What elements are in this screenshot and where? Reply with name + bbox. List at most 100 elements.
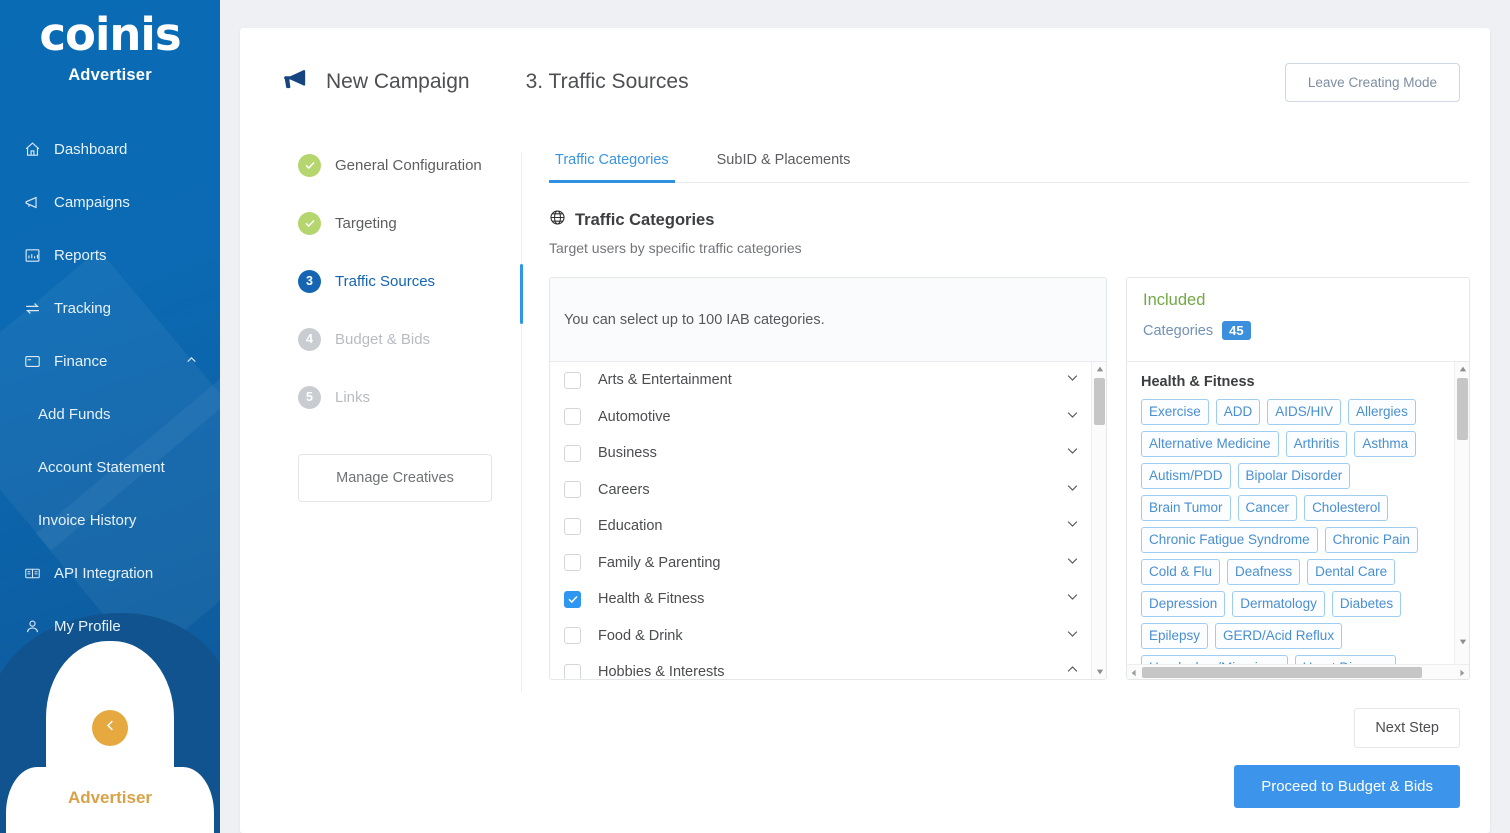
next-step-button[interactable]: Next Step	[1354, 708, 1460, 748]
chevron-down-icon[interactable]	[1065, 553, 1080, 573]
included-category-chip[interactable]: Chronic Pain	[1324, 527, 1418, 553]
category-checkbox[interactable]	[564, 663, 581, 679]
chevron-down-icon[interactable]	[1065, 626, 1080, 646]
chevron-up-icon[interactable]	[185, 353, 198, 370]
scrollbar-thumb[interactable]	[1457, 378, 1468, 440]
sidebar-subitem-label: Account Statement	[38, 459, 165, 476]
category-checkbox[interactable]	[564, 554, 581, 572]
scroll-up-icon[interactable]	[1455, 362, 1469, 376]
book-icon	[24, 565, 54, 582]
brand-logo[interactable]: coinis Advertiser	[0, 0, 220, 85]
category-row[interactable]: Food & Drink	[550, 618, 1106, 655]
step-targeting[interactable]: Targeting	[298, 194, 522, 252]
chevron-up-icon[interactable]	[1065, 662, 1080, 679]
category-list-scrollbar[interactable]	[1091, 362, 1106, 679]
chevron-down-icon[interactable]	[1065, 443, 1080, 463]
collapse-sidebar-button[interactable]	[92, 710, 128, 746]
included-category-chip[interactable]: Brain Tumor	[1141, 495, 1231, 521]
included-category-chip[interactable]: ADD	[1215, 399, 1261, 425]
included-category-chip[interactable]: Epilepsy	[1141, 623, 1209, 649]
category-checkbox[interactable]	[564, 408, 581, 426]
sidebar-item-reports[interactable]: Reports	[0, 229, 220, 282]
proceed-to-budget-button[interactable]: Proceed to Budget & Bids	[1234, 765, 1460, 808]
scroll-right-icon[interactable]	[1455, 665, 1469, 679]
category-label: Health & Fitness	[598, 591, 705, 608]
scroll-up-icon[interactable]	[1092, 362, 1106, 376]
category-checkbox[interactable]	[564, 371, 581, 389]
included-category-chip[interactable]: Chronic Fatigue Syndrome	[1141, 527, 1318, 553]
included-horizontal-scrollbar[interactable]	[1127, 664, 1469, 679]
step-links[interactable]: 5 Links	[298, 368, 522, 426]
included-category-chip[interactable]: Depression	[1141, 591, 1226, 617]
included-category-chip[interactable]: Allergies	[1348, 399, 1416, 425]
included-category-chip[interactable]: Asthma	[1354, 431, 1417, 457]
included-category-chip[interactable]: Bipolar Disorder	[1237, 463, 1351, 489]
scroll-left-icon[interactable]	[1127, 665, 1141, 679]
tab-subid-placements[interactable]: SubID & Placements	[711, 152, 857, 182]
included-category-chip[interactable]: Arthritis	[1285, 431, 1348, 457]
category-checkbox[interactable]	[564, 627, 581, 645]
included-category-chip[interactable]: Cold & Flu	[1141, 559, 1221, 585]
category-row[interactable]: Hobbies & Interests	[550, 654, 1106, 679]
scrollbar-thumb[interactable]	[1142, 667, 1422, 678]
tab-traffic-categories[interactable]: Traffic Categories	[549, 152, 675, 183]
section-title: Traffic Categories	[549, 209, 1470, 231]
sidebar-item-api-integration[interactable]: API Integration	[0, 547, 220, 600]
chevron-down-icon[interactable]	[1065, 480, 1080, 500]
step-budget-and-bids[interactable]: 4 Budget & Bids	[298, 310, 522, 368]
category-checkbox[interactable]	[564, 481, 581, 499]
scroll-down-icon[interactable]	[1455, 635, 1469, 649]
included-category-chip[interactable]: Dental Care	[1307, 559, 1396, 585]
included-list-scrollbar[interactable]	[1454, 362, 1469, 664]
sidebar-item-label: API Integration	[54, 565, 154, 582]
included-body: Health & Fitness Exercise ADD AIDS/HIV Alle…	[1127, 362, 1456, 679]
sidebar-item-invoice-history[interactable]: Invoice History	[0, 494, 220, 547]
category-label: Careers	[598, 481, 650, 498]
step-general-configuration[interactable]: General Configuration	[298, 136, 522, 194]
included-category-chip[interactable]: Deafness	[1227, 559, 1301, 585]
scrollbar-thumb[interactable]	[1094, 378, 1105, 425]
category-checkbox[interactable]	[564, 517, 581, 535]
sidebar-item-label: Finance	[54, 353, 108, 370]
sidebar-item-dashboard[interactable]: Dashboard	[0, 123, 220, 176]
chevron-down-icon[interactable]	[1065, 407, 1080, 427]
category-checkbox[interactable]	[564, 444, 581, 462]
leave-creating-mode-button[interactable]: Leave Creating Mode	[1284, 62, 1460, 102]
card-body: General Configuration Targeting 3 Traffi…	[240, 136, 1490, 692]
included-category-chip[interactable]: Autism/PDD	[1141, 463, 1231, 489]
category-row[interactable]: Automotive	[550, 399, 1106, 436]
step-number-badge: 3	[298, 269, 321, 293]
included-panel-header: Included Categories 45	[1127, 278, 1469, 362]
sidebar-item-label: Tracking	[54, 300, 111, 317]
included-category-chip[interactable]: Diabetes	[1331, 591, 1402, 617]
chevron-down-icon[interactable]	[1065, 370, 1080, 390]
included-category-chip[interactable]: Cancer	[1237, 495, 1298, 521]
sidebar-item-account-statement[interactable]: Account Statement	[0, 441, 220, 494]
step-traffic-sources[interactable]: 3 Traffic Sources	[298, 252, 522, 310]
included-category-chip[interactable]: Dermatology	[1232, 591, 1325, 617]
sidebar-item-add-funds[interactable]: Add Funds	[0, 388, 220, 441]
manage-creatives-button[interactable]: Manage Creatives	[298, 454, 492, 502]
included-category-chip[interactable]: Alternative Medicine	[1141, 431, 1279, 457]
included-category-chip[interactable]: Exercise	[1141, 399, 1209, 425]
category-row[interactable]: Education	[550, 508, 1106, 545]
category-row[interactable]: Family & Parenting	[550, 545, 1106, 582]
included-category-chip[interactable]: AIDS/HIV	[1267, 399, 1342, 425]
traffic-categories-panel: You can select up to 100 IAB categories.…	[549, 277, 1107, 680]
category-row[interactable]: Health & Fitness	[550, 581, 1106, 618]
category-row[interactable]: Business	[550, 435, 1106, 472]
scroll-down-icon[interactable]	[1092, 665, 1106, 679]
chevron-down-icon[interactable]	[1065, 589, 1080, 609]
sidebar-item-tracking[interactable]: Tracking	[0, 282, 220, 335]
category-row[interactable]: Arts & Entertainment	[550, 362, 1106, 399]
included-category-chip[interactable]: Cholesterol	[1304, 495, 1389, 521]
category-checkbox[interactable]	[564, 590, 581, 608]
sidebar-item-campaigns[interactable]: Campaigns	[0, 176, 220, 229]
included-category-chip[interactable]: GERD/Acid Reflux	[1215, 623, 1343, 649]
section-subtitle: Target users by specific traffic categor…	[549, 240, 802, 256]
category-row[interactable]: Careers	[550, 472, 1106, 509]
chevron-down-icon[interactable]	[1065, 516, 1080, 536]
sidebar-item-my-profile[interactable]: My Profile	[0, 600, 220, 653]
sidebar-item-label: Reports	[54, 247, 107, 264]
sidebar-item-finance[interactable]: Finance	[0, 335, 220, 388]
